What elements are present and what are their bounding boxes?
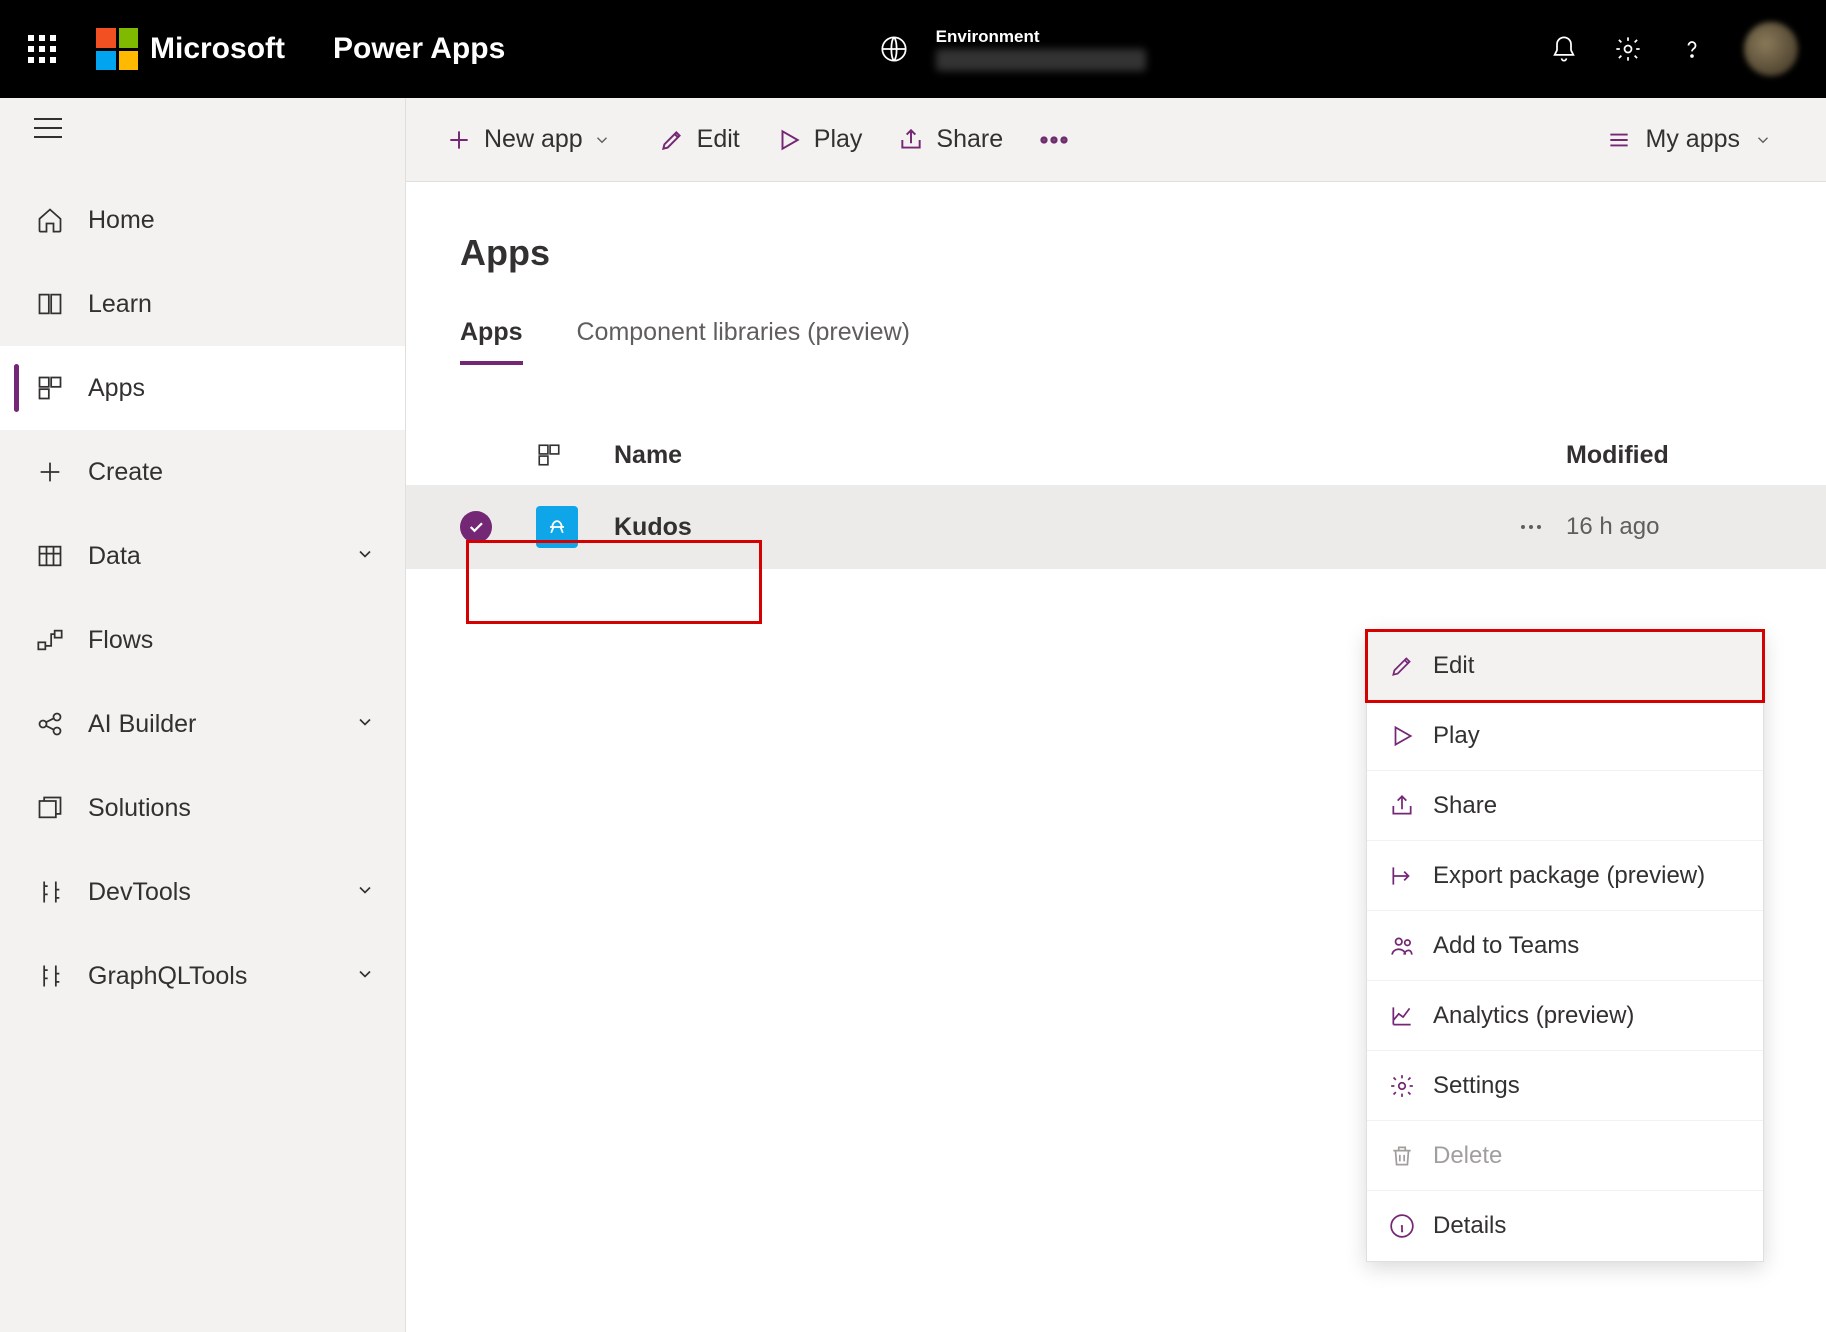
sidebar-item-label: GraphQLTools	[88, 962, 247, 991]
help-icon[interactable]	[1660, 17, 1724, 81]
ctx-share-label: Share	[1433, 792, 1497, 820]
share-label: Share	[936, 125, 1003, 154]
ctx-play[interactable]: Play	[1367, 701, 1763, 771]
sidebar-item-label: AI Builder	[88, 710, 196, 739]
view-switcher[interactable]: My apps	[1606, 125, 1786, 154]
plus-icon	[34, 456, 66, 488]
play-label: Play	[814, 125, 863, 154]
sidebar-item-aibuilder[interactable]: AI Builder	[0, 682, 405, 766]
ctx-export-label: Export package (preview)	[1433, 862, 1705, 890]
main: New app Edit Play Share My apps	[406, 98, 1826, 1332]
row-selected-icon[interactable]	[460, 511, 492, 543]
flow-icon	[34, 624, 66, 656]
sidebar-item-home[interactable]: Home	[0, 178, 405, 262]
chevron-down-icon	[355, 962, 375, 991]
tab-apps[interactable]: Apps	[460, 318, 523, 365]
ctx-details[interactable]: Details	[1367, 1191, 1763, 1261]
waffle-icon[interactable]	[28, 35, 56, 63]
table-row[interactable]: Kudos 16 h ago	[406, 485, 1826, 569]
sidebar-item-label: Data	[88, 542, 141, 571]
sidebar-item-graphqltools[interactable]: GraphQLTools	[0, 934, 405, 1018]
home-icon	[34, 204, 66, 236]
environment-name-redacted	[936, 49, 1146, 71]
sidebar-item-label: Home	[88, 206, 155, 235]
sidebar-item-label: Learn	[88, 290, 152, 319]
share-button[interactable]: Share	[898, 125, 1003, 154]
new-app-label: New app	[484, 125, 583, 154]
sidebar: Home Learn Apps Create Data Flows	[0, 98, 406, 1332]
gear-icon[interactable]	[1596, 17, 1660, 81]
more-commands-button[interactable]	[1039, 135, 1081, 145]
sidebar-item-learn[interactable]: Learn	[0, 262, 405, 346]
avatar[interactable]	[1744, 22, 1798, 76]
product-name: Power Apps	[333, 32, 505, 66]
ctx-edit[interactable]: Edit	[1367, 631, 1763, 701]
sidebar-item-label: Create	[88, 458, 163, 487]
tools-icon	[34, 876, 66, 908]
ctx-settings[interactable]: Settings	[1367, 1051, 1763, 1121]
chevron-down-icon	[355, 710, 375, 739]
sidebar-item-create[interactable]: Create	[0, 430, 405, 514]
sidebar-item-label: Apps	[88, 374, 145, 403]
ctx-details-label: Details	[1433, 1212, 1506, 1240]
book-icon	[34, 288, 66, 320]
ctx-delete-label: Delete	[1433, 1142, 1502, 1170]
tab-strip: Apps Component libraries (preview)	[460, 318, 1826, 365]
column-name[interactable]: Name	[614, 441, 1466, 470]
hamburger-icon[interactable]	[34, 118, 62, 138]
environment-picker[interactable]: Environment	[936, 27, 1146, 71]
tab-component-libraries[interactable]: Component libraries (preview)	[577, 318, 910, 365]
bell-icon[interactable]	[1532, 17, 1596, 81]
table-icon	[34, 540, 66, 572]
sidebar-item-flows[interactable]: Flows	[0, 598, 405, 682]
ctx-edit-label: Edit	[1433, 652, 1474, 680]
environment-label: Environment	[936, 27, 1146, 47]
ctx-delete: Delete	[1367, 1121, 1763, 1191]
sidebar-item-apps[interactable]: Apps	[0, 346, 405, 430]
microsoft-wordmark: Microsoft	[150, 32, 285, 66]
sidebar-item-devtools[interactable]: DevTools	[0, 850, 405, 934]
sidebar-item-label: DevTools	[88, 878, 191, 907]
chevron-down-icon	[355, 542, 375, 571]
ctx-export[interactable]: Export package (preview)	[1367, 841, 1763, 911]
chevron-down-icon	[355, 878, 375, 907]
column-type-icon[interactable]	[536, 442, 614, 468]
row-app-name: Kudos	[614, 513, 692, 541]
play-button[interactable]: Play	[776, 125, 863, 154]
sidebar-item-data[interactable]: Data	[0, 514, 405, 598]
view-label: My apps	[1646, 125, 1740, 154]
column-modified[interactable]: Modified	[1566, 441, 1826, 470]
app-icon	[536, 506, 578, 548]
microsoft-logo-icon	[96, 28, 138, 70]
new-app-button[interactable]: New app	[446, 125, 623, 154]
context-menu: Edit Play Share Export package (preview)…	[1366, 630, 1764, 1262]
sidebar-item-label: Solutions	[88, 794, 191, 823]
sidebar-item-label: Flows	[88, 626, 153, 655]
row-more-button[interactable]	[1496, 518, 1566, 536]
page-title: Apps	[460, 232, 1826, 274]
command-bar: New app Edit Play Share My apps	[406, 98, 1826, 182]
ctx-analytics[interactable]: Analytics (preview)	[1367, 981, 1763, 1051]
globe-icon[interactable]	[862, 17, 926, 81]
ctx-share[interactable]: Share	[1367, 771, 1763, 841]
solutions-icon	[34, 792, 66, 824]
tools-icon	[34, 960, 66, 992]
ctx-play-label: Play	[1433, 722, 1480, 750]
ai-icon	[34, 708, 66, 740]
ctx-analytics-label: Analytics (preview)	[1433, 1002, 1634, 1030]
row-modified: 16 h ago	[1566, 513, 1826, 541]
ctx-teams-label: Add to Teams	[1433, 932, 1579, 960]
microsoft-logo[interactable]: Microsoft	[96, 28, 285, 70]
edit-label: Edit	[697, 125, 740, 154]
global-header: Microsoft Power Apps Environment	[0, 0, 1826, 98]
sidebar-item-solutions[interactable]: Solutions	[0, 766, 405, 850]
ctx-settings-label: Settings	[1433, 1072, 1520, 1100]
ctx-add-to-teams[interactable]: Add to Teams	[1367, 911, 1763, 981]
content-area: Apps Apps Component libraries (preview) …	[406, 182, 1826, 1332]
grid-header: Name Modified	[406, 425, 1826, 485]
edit-button[interactable]: Edit	[659, 125, 740, 154]
apps-icon	[34, 372, 66, 404]
